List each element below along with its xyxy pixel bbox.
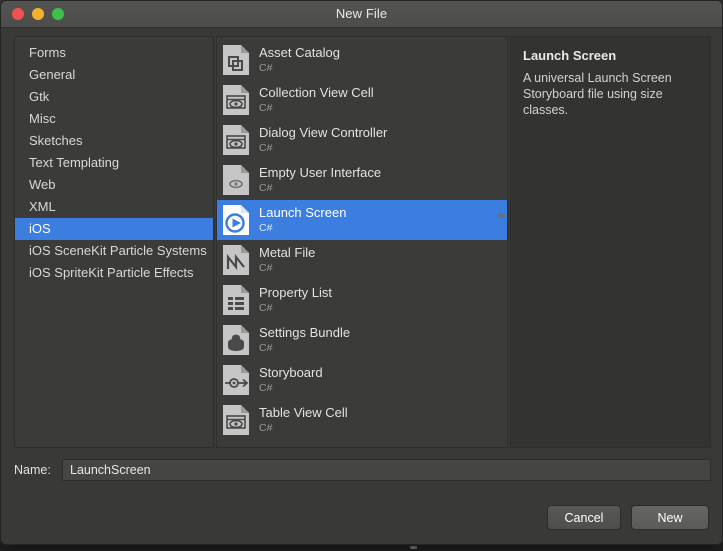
detail-description: A universal Launch Screen Storyboard fil…	[523, 71, 672, 117]
template-item[interactable]: Property List C#	[217, 280, 507, 320]
category-item-label: Forms	[29, 45, 66, 60]
template-item-text: Dialog View Controller C#	[259, 126, 387, 154]
template-item-text: Empty User Interface C#	[259, 166, 381, 194]
template-item-name: Dialog View Controller	[259, 125, 388, 141]
template-item[interactable]: Table View Cell C#	[217, 400, 507, 440]
template-item[interactable]: Collection View Cell C#	[217, 80, 507, 120]
template-scrollbar[interactable]	[498, 213, 505, 218]
category-item[interactable]: Text Templating	[15, 152, 213, 174]
template-item[interactable]: Launch Screen C#	[217, 200, 507, 240]
template-item-language: C#	[259, 182, 273, 195]
template-item-language: C#	[259, 342, 273, 355]
template-item[interactable]: Settings Bundle C#	[217, 320, 507, 360]
category-item-label: iOS SceneKit Particle Systems	[29, 243, 207, 258]
category-item-label: Web	[29, 177, 56, 192]
category-item-label: Sketches	[29, 133, 83, 148]
category-item[interactable]: Sketches	[15, 130, 213, 152]
template-item-text: Storyboard C#	[259, 366, 323, 394]
new-file-dialog: New File Forms General Gtk Misc Sketches Text…	[0, 0, 723, 545]
category-item[interactable]: XML	[15, 196, 213, 218]
table-view-cell-icon	[222, 404, 250, 436]
template-list[interactable]: Asset Catalog C# Collection View Cell C# Dia…	[217, 37, 507, 440]
panes-container: Forms General Gtk Misc Sketches Text Templati…	[14, 36, 711, 448]
category-item-label: iOS SpriteKit Particle Effects	[29, 265, 194, 280]
template-item-text: Settings Bundle C#	[259, 326, 350, 354]
asset-catalog-icon	[222, 44, 250, 76]
template-item-language: C#	[259, 382, 273, 395]
storyboard-icon	[222, 364, 250, 396]
template-item-name: Metal File	[259, 245, 316, 261]
template-item-text: Metal File C#	[259, 246, 315, 274]
category-item[interactable]: iOS	[15, 218, 213, 240]
property-list-icon	[222, 284, 250, 316]
category-item-label: XML	[29, 199, 56, 214]
name-row: Name:	[14, 458, 711, 482]
category-item-label: Text Templating	[29, 155, 120, 170]
background-artifact	[412, 546, 417, 549]
template-item-name: Asset Catalog	[259, 45, 340, 61]
template-item-language: C#	[259, 422, 273, 435]
category-item[interactable]: Web	[15, 174, 213, 196]
dialog-body: Forms General Gtk Misc Sketches Text Templati…	[1, 28, 722, 544]
window-titlebar: New File	[1, 1, 722, 28]
dialog-button-row: Cancel New	[547, 505, 709, 530]
template-item-language: C#	[259, 62, 273, 75]
view-controller-icon	[222, 124, 250, 156]
template-item-name: Storyboard	[259, 365, 323, 381]
view-cell-icon	[222, 84, 250, 116]
template-item[interactable]: Storyboard C#	[217, 360, 507, 400]
template-item-name: Property List	[259, 285, 332, 301]
template-item-language: C#	[259, 142, 273, 155]
metal-file-icon	[222, 244, 250, 276]
category-item[interactable]: iOS SceneKit Particle Systems	[15, 240, 213, 262]
detail-pane: Launch Screen A universal Launch Screen …	[510, 36, 711, 448]
new-button[interactable]: New	[631, 505, 709, 530]
template-pane: Asset Catalog C# Collection View Cell C# Dia…	[216, 36, 508, 448]
template-item-text: Asset Catalog C#	[259, 46, 340, 74]
category-item[interactable]: Forms	[15, 42, 213, 64]
template-item-text: Property List C#	[259, 286, 332, 314]
category-item[interactable]: Misc	[15, 108, 213, 130]
template-item-name: Launch Screen	[259, 205, 347, 221]
category-list[interactable]: Forms General Gtk Misc Sketches Text Templati…	[15, 37, 213, 284]
settings-bundle-icon	[222, 324, 250, 356]
name-label: Name:	[14, 463, 51, 477]
category-item[interactable]: Gtk	[15, 86, 213, 108]
template-item-text: Launch Screen C#	[259, 206, 346, 234]
window-title: New File	[335, 6, 388, 21]
template-item-name: Collection View Cell	[259, 85, 374, 101]
template-item[interactable]: Empty User Interface C#	[217, 160, 507, 200]
detail-title: Launch Screen	[523, 48, 617, 63]
category-item-label: Misc	[29, 111, 56, 126]
template-item-language: C#	[259, 262, 273, 275]
template-item-language: C#	[259, 102, 273, 115]
template-item-name: Table View Cell	[259, 405, 348, 421]
template-item-text: Table View Cell C#	[259, 406, 348, 434]
empty-interface-icon	[222, 164, 250, 196]
category-item[interactable]: iOS SpriteKit Particle Effects	[15, 262, 213, 284]
category-item-label: General	[29, 67, 76, 82]
template-item[interactable]: Asset Catalog C#	[217, 40, 507, 80]
cancel-button[interactable]: Cancel	[547, 505, 621, 530]
template-item[interactable]: Metal File C#	[217, 240, 507, 280]
launch-screen-icon	[222, 204, 250, 236]
detail-content: Launch Screen A universal Launch Screen …	[511, 37, 710, 118]
template-item-name: Empty User Interface	[259, 165, 382, 181]
template-item-language: C#	[259, 302, 273, 315]
category-item-label: Gtk	[29, 89, 50, 104]
name-input[interactable]	[62, 459, 711, 481]
template-item-text: Collection View Cell C#	[259, 86, 374, 114]
category-item-label: iOS	[29, 221, 51, 236]
template-item-name: Settings Bundle	[259, 325, 351, 341]
template-item-language: C#	[259, 222, 273, 235]
category-item[interactable]: General	[15, 64, 213, 86]
template-item[interactable]: Dialog View Controller C#	[217, 120, 507, 160]
category-pane: Forms General Gtk Misc Sketches Text Templati…	[14, 36, 214, 448]
